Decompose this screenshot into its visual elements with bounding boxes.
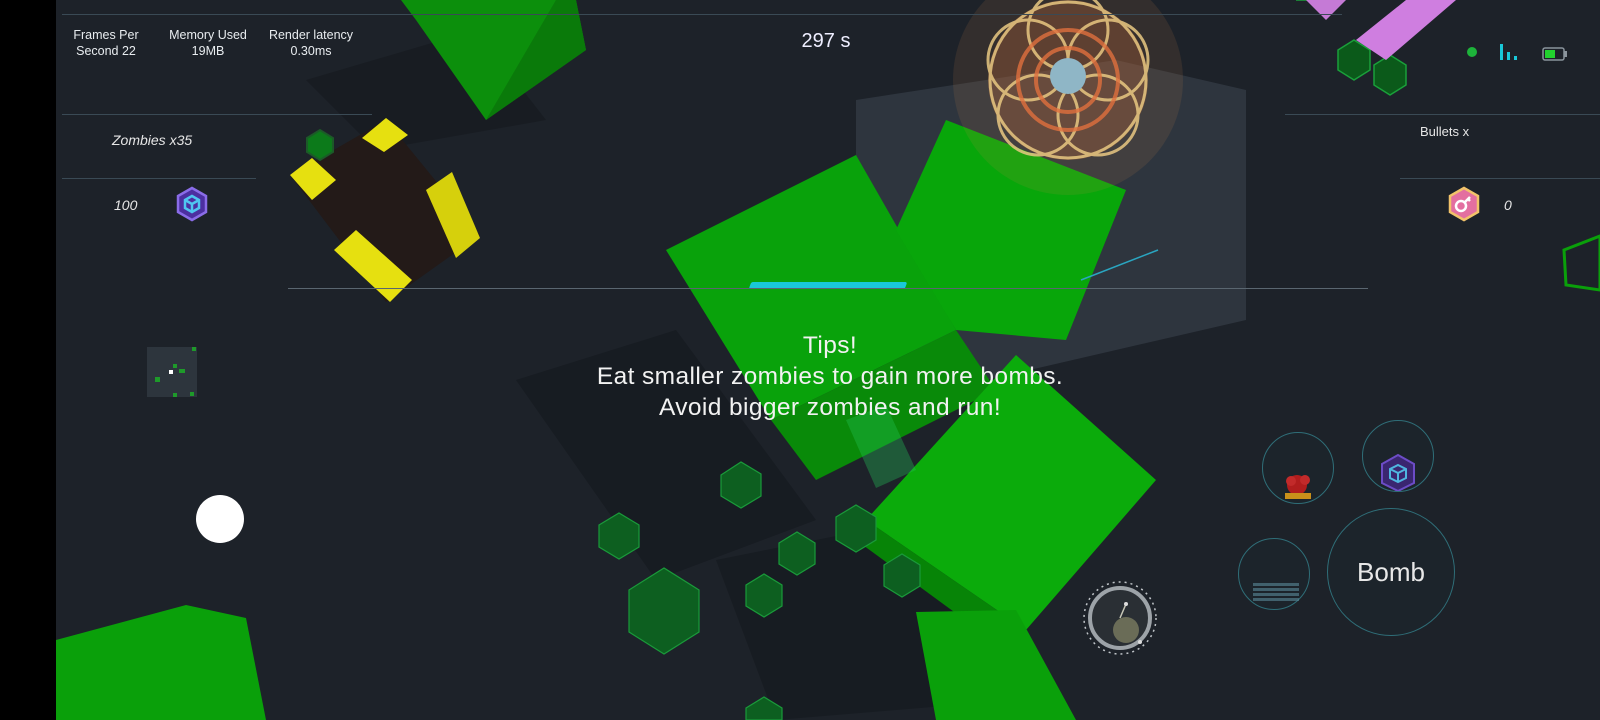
- bomb-label: Bomb: [1357, 556, 1425, 587]
- bullets-value: 0: [1504, 197, 1512, 213]
- score-value: 100: [114, 197, 138, 213]
- key-hex-icon: [1446, 186, 1482, 222]
- skill-button-2[interactable]: [1362, 420, 1434, 493]
- zombie-edge: [1562, 234, 1600, 292]
- skill-button-1[interactable]: [1262, 432, 1334, 504]
- memory-value: 19MB: [191, 44, 225, 58]
- movement-joystick[interactable]: [196, 495, 244, 543]
- skill-button-3[interactable]: [1238, 538, 1310, 610]
- cube-hex-icon: [1381, 453, 1415, 493]
- letterbox-left: [0, 0, 56, 720]
- bomb-button[interactable]: Bomb: [1327, 508, 1455, 636]
- crosshair-dial-icon[interactable]: [1080, 578, 1160, 658]
- red-splat-icon: [1285, 475, 1311, 499]
- tips-title: Tips!: [802, 332, 858, 359]
- zombies-count: Zombies x35: [112, 132, 193, 148]
- battery-icon: [1542, 47, 1568, 61]
- zombie-cube-bottom: [916, 610, 1076, 720]
- timer: 297 s: [801, 30, 851, 52]
- center-divider: [288, 288, 1368, 289]
- right-panel-line: [1285, 114, 1600, 115]
- latency-value: 0.30ms: [290, 44, 332, 58]
- small-hex: [306, 128, 334, 162]
- minimap-dots: [155, 347, 196, 397]
- fps-readout: Frames Per Second 22: [66, 27, 146, 59]
- latency-label: Render latency: [268, 28, 354, 42]
- fps-label: Frames Per: [73, 28, 139, 42]
- latency-readout: Render latency 0.30ms: [262, 27, 360, 59]
- memory-label: Memory Used: [169, 28, 247, 42]
- grid-dots-icon: [1253, 583, 1299, 601]
- tips-line-1: Eat smaller zombies to gain more bombs.: [596, 363, 1064, 390]
- signal-bars-icon: [1499, 44, 1521, 60]
- memory-readout: Memory Used 19MB: [160, 27, 256, 59]
- purple-shard: [1306, 0, 1346, 20]
- hud-top-line: [62, 14, 1342, 15]
- green-dot-icon: [1466, 46, 1478, 58]
- right-panel-line: [1400, 178, 1600, 179]
- tips-line-2: Avoid bigger zombies and run!: [658, 394, 1002, 421]
- blue-cube-hex-icon: [174, 186, 210, 222]
- purple-shard: [1356, 0, 1456, 60]
- minimap[interactable]: [147, 347, 197, 397]
- zombie-cube-bottom-left: [56, 605, 266, 720]
- bullets-count: Bullets x: [1420, 124, 1470, 139]
- tips-panel: Tips! Eat smaller zombies to gain more b…: [530, 330, 1130, 423]
- left-panel-line: [62, 114, 372, 115]
- left-panel-line: [62, 178, 256, 179]
- fps-value: Second 22: [76, 44, 136, 58]
